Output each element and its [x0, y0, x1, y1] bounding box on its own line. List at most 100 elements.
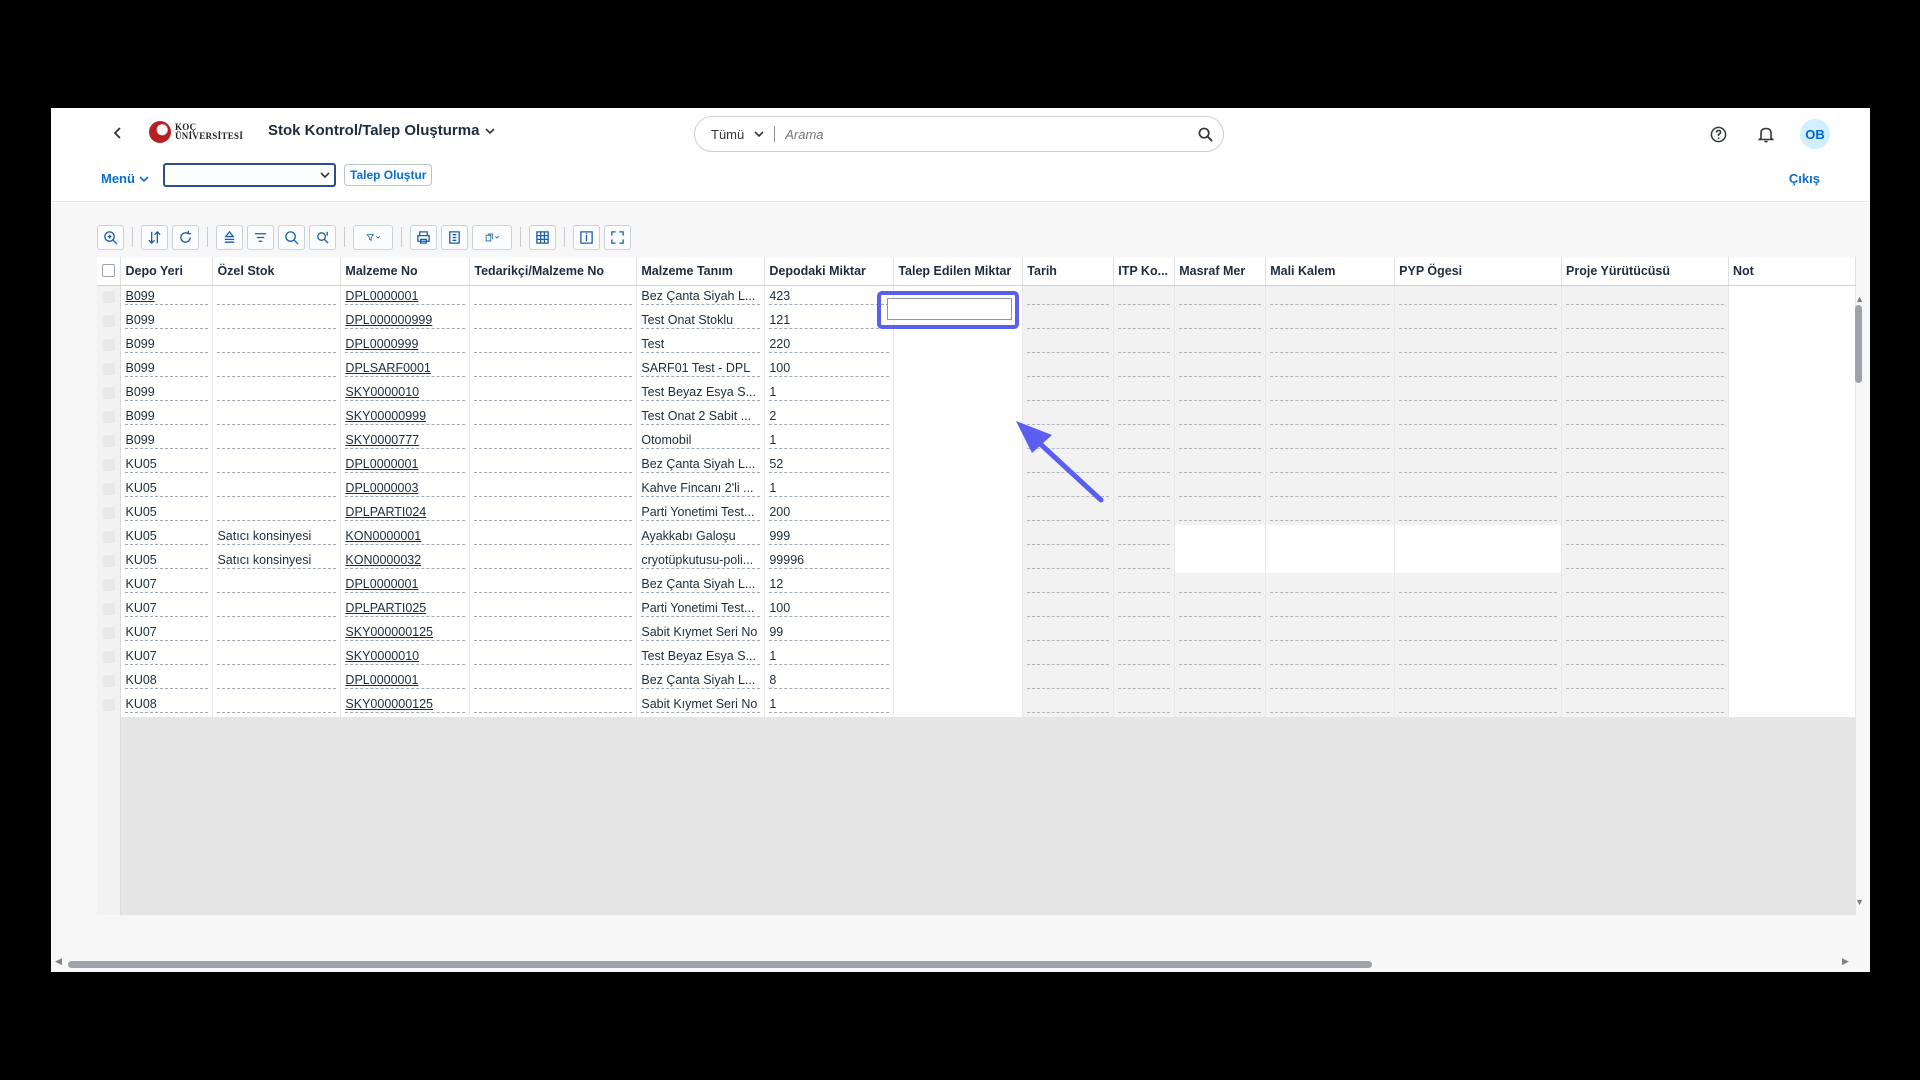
cell-not[interactable]	[1728, 381, 1856, 405]
vertical-scrollbar[interactable]	[1855, 305, 1862, 895]
cell-talep[interactable]	[893, 597, 1024, 621]
cell-not[interactable]	[1728, 405, 1856, 429]
sort-button[interactable]	[141, 224, 168, 250]
notifications-button[interactable]	[1752, 120, 1780, 148]
select-all-checkbox[interactable]	[102, 264, 116, 278]
cell-malzeme-text[interactable]: DPL0000999	[345, 337, 418, 351]
avatar[interactable]: OB	[1800, 119, 1830, 149]
cell-malzeme[interactable]: SKY000000125	[340, 693, 471, 717]
cell-talep[interactable]	[893, 381, 1024, 405]
cell-mali[interactable]	[1265, 549, 1396, 573]
cell-talep[interactable]	[893, 405, 1024, 429]
column-header[interactable]: PYP Ögesi	[1394, 257, 1563, 286]
table-row[interactable]: KU07 DPL0000001 Bez Çanta Siyah L... 12	[97, 573, 1856, 597]
print-button[interactable]	[410, 224, 437, 250]
row-checkbox[interactable]	[103, 315, 115, 327]
cell-malzeme-text[interactable]: SKY000000125	[345, 697, 433, 711]
cell-malzeme[interactable]: SKY000000125	[340, 621, 471, 645]
cell-malzeme[interactable]: SKY0000777	[340, 429, 471, 453]
cell-malzeme-text[interactable]: DPLPARTI025	[345, 601, 426, 615]
horizontal-scroll-thumb[interactable]	[68, 961, 1372, 968]
row-checkbox[interactable]	[103, 435, 115, 447]
cell-malzeme[interactable]: DPL0000001	[340, 573, 471, 597]
row-checkbox[interactable]	[103, 507, 115, 519]
action-combobox[interactable]	[163, 163, 336, 187]
cell-malzeme[interactable]: DPL0000001	[340, 669, 471, 693]
cell-talep[interactable]	[893, 669, 1024, 693]
vertical-scroll-thumb[interactable]	[1855, 305, 1862, 383]
column-header[interactable]: Depodaki Miktar	[764, 257, 895, 286]
table-row[interactable]: KU08 DPL0000001 Bez Çanta Siyah L... 8	[97, 669, 1856, 693]
cell-talep[interactable]	[893, 357, 1024, 381]
row-checkbox[interactable]	[103, 291, 115, 304]
grid-layout-button[interactable]	[529, 224, 556, 250]
table-row[interactable]: KU05 Satıcı konsinyesi KON0000001 Ayakkabı …	[97, 525, 1856, 549]
row-checkbox[interactable]	[103, 339, 115, 351]
create-request-button[interactable]: Talep Oluştur	[344, 164, 433, 186]
row-checkbox[interactable]	[103, 387, 115, 399]
cell-malzeme[interactable]: DPLPARTI024	[340, 501, 471, 525]
refresh-button[interactable]	[172, 224, 199, 250]
cell-malzeme-text[interactable]: DPL0000001	[345, 577, 418, 591]
search-button[interactable]	[1187, 127, 1223, 142]
column-header[interactable]: Talep Edilen Miktar	[893, 257, 1024, 286]
scroll-left-icon[interactable]: ◀	[55, 956, 62, 967]
cell-malzeme-text[interactable]: KON0000001	[345, 529, 421, 543]
table-row[interactable]: KU07 SKY000000125 Sabit Kıymet Seri No 99	[97, 621, 1856, 645]
cell-malzeme[interactable]: SKY0000010	[340, 645, 471, 669]
cell-not[interactable]	[1728, 429, 1856, 453]
cell-not[interactable]	[1728, 309, 1856, 333]
cell-not[interactable]	[1728, 501, 1856, 525]
cell-malzeme-text[interactable]: DPLPARTI024	[345, 505, 426, 519]
cell-malzeme[interactable]: DPLSARF0001	[340, 357, 471, 381]
table-row[interactable]: KU07 SKY0000010 Test Beyaz Esya S... 1	[97, 645, 1856, 669]
scroll-right-icon[interactable]: ▶	[1842, 956, 1849, 967]
cell-not[interactable]	[1728, 549, 1856, 573]
menu-button[interactable]: Menü	[101, 171, 149, 186]
copy-button[interactable]	[472, 224, 512, 250]
row-checkbox[interactable]	[103, 627, 115, 639]
sort-asc-button[interactable]	[216, 224, 243, 250]
cell-talep[interactable]	[893, 573, 1024, 597]
cell-talep[interactable]	[893, 693, 1024, 717]
cell-malzeme[interactable]: DPLPARTI025	[340, 597, 471, 621]
row-checkbox[interactable]	[103, 411, 115, 423]
export-button[interactable]	[441, 224, 468, 250]
row-checkbox[interactable]	[103, 363, 115, 375]
row-checkbox[interactable]	[103, 603, 115, 615]
table-row[interactable]: KU07 DPLPARTI025 Parti Yonetimi Test... 100	[97, 597, 1856, 621]
cell-not[interactable]	[1728, 573, 1856, 597]
cell-malzeme[interactable]: KON0000001	[340, 525, 471, 549]
row-checkbox[interactable]	[103, 555, 115, 567]
back-button[interactable]	[107, 122, 129, 144]
cell-malzeme-text[interactable]: KON0000032	[345, 553, 421, 567]
row-checkbox[interactable]	[103, 459, 115, 471]
row-checkbox[interactable]	[103, 531, 115, 543]
cell-malzeme-text[interactable]: SKY0000777	[345, 433, 419, 447]
requested-quantity-input[interactable]	[887, 298, 1012, 320]
horizontal-scrollbar[interactable]	[68, 961, 1834, 969]
table-row[interactable]: B099 SKY00000999 Test Onat 2 Sabit ... 2	[97, 405, 1856, 429]
cell-malzeme[interactable]: SKY00000999	[340, 405, 471, 429]
cell-malzeme-text[interactable]: DPLSARF0001	[345, 361, 430, 375]
cell-mali[interactable]	[1265, 525, 1396, 549]
filter-list-button[interactable]	[247, 224, 274, 250]
row-checkbox[interactable]	[103, 483, 115, 495]
table-row[interactable]: B099 DPL0000999 Test 220	[97, 333, 1856, 357]
cell-not[interactable]	[1728, 333, 1856, 357]
cell-talep[interactable]	[893, 621, 1024, 645]
table-row[interactable]: KU05 DPL0000001 Bez Çanta Siyah L... 52	[97, 453, 1856, 477]
zoom-in-button[interactable]	[97, 224, 124, 250]
cell-talep[interactable]	[893, 453, 1024, 477]
cell-talep[interactable]	[893, 477, 1024, 501]
table-row[interactable]: KU05 Satıcı konsinyesi KON0000032 cryotüpku…	[97, 549, 1856, 573]
table-row[interactable]: B099 SKY0000777 Otomobil 1	[97, 429, 1856, 453]
exit-link[interactable]: Çıkış	[1789, 171, 1820, 186]
filter-button[interactable]	[353, 224, 393, 250]
table-row[interactable]: KU08 SKY000000125 Sabit Kıymet Seri No 1	[97, 693, 1856, 717]
row-checkbox[interactable]	[103, 651, 115, 663]
column-header[interactable]: Depo Yeri	[120, 257, 214, 286]
cell-malzeme[interactable]: DPL0000003	[340, 477, 471, 501]
cell-masraf[interactable]	[1174, 549, 1267, 573]
table-row[interactable]: KU05 DPL0000003 Kahve Fincanı 2'li ... 1	[97, 477, 1856, 501]
